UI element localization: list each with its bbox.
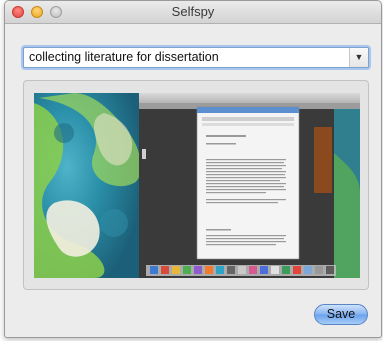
selfspy-window: Selfspy collecting literature for disser… [4, 0, 382, 338]
window-title: Selfspy [171, 4, 215, 19]
screenshot-panel [23, 80, 369, 290]
screenshot-thumbnail [34, 93, 360, 278]
activity-combobox[interactable]: collecting literature for dissertation ▼ [23, 47, 369, 68]
activity-input[interactable]: collecting literature for dissertation [29, 50, 219, 64]
save-button[interactable]: Save [314, 304, 368, 325]
title-bar[interactable]: Selfspy [5, 1, 381, 24]
chevron-down-icon[interactable]: ▼ [349, 48, 368, 67]
screenshot-image [34, 93, 360, 278]
